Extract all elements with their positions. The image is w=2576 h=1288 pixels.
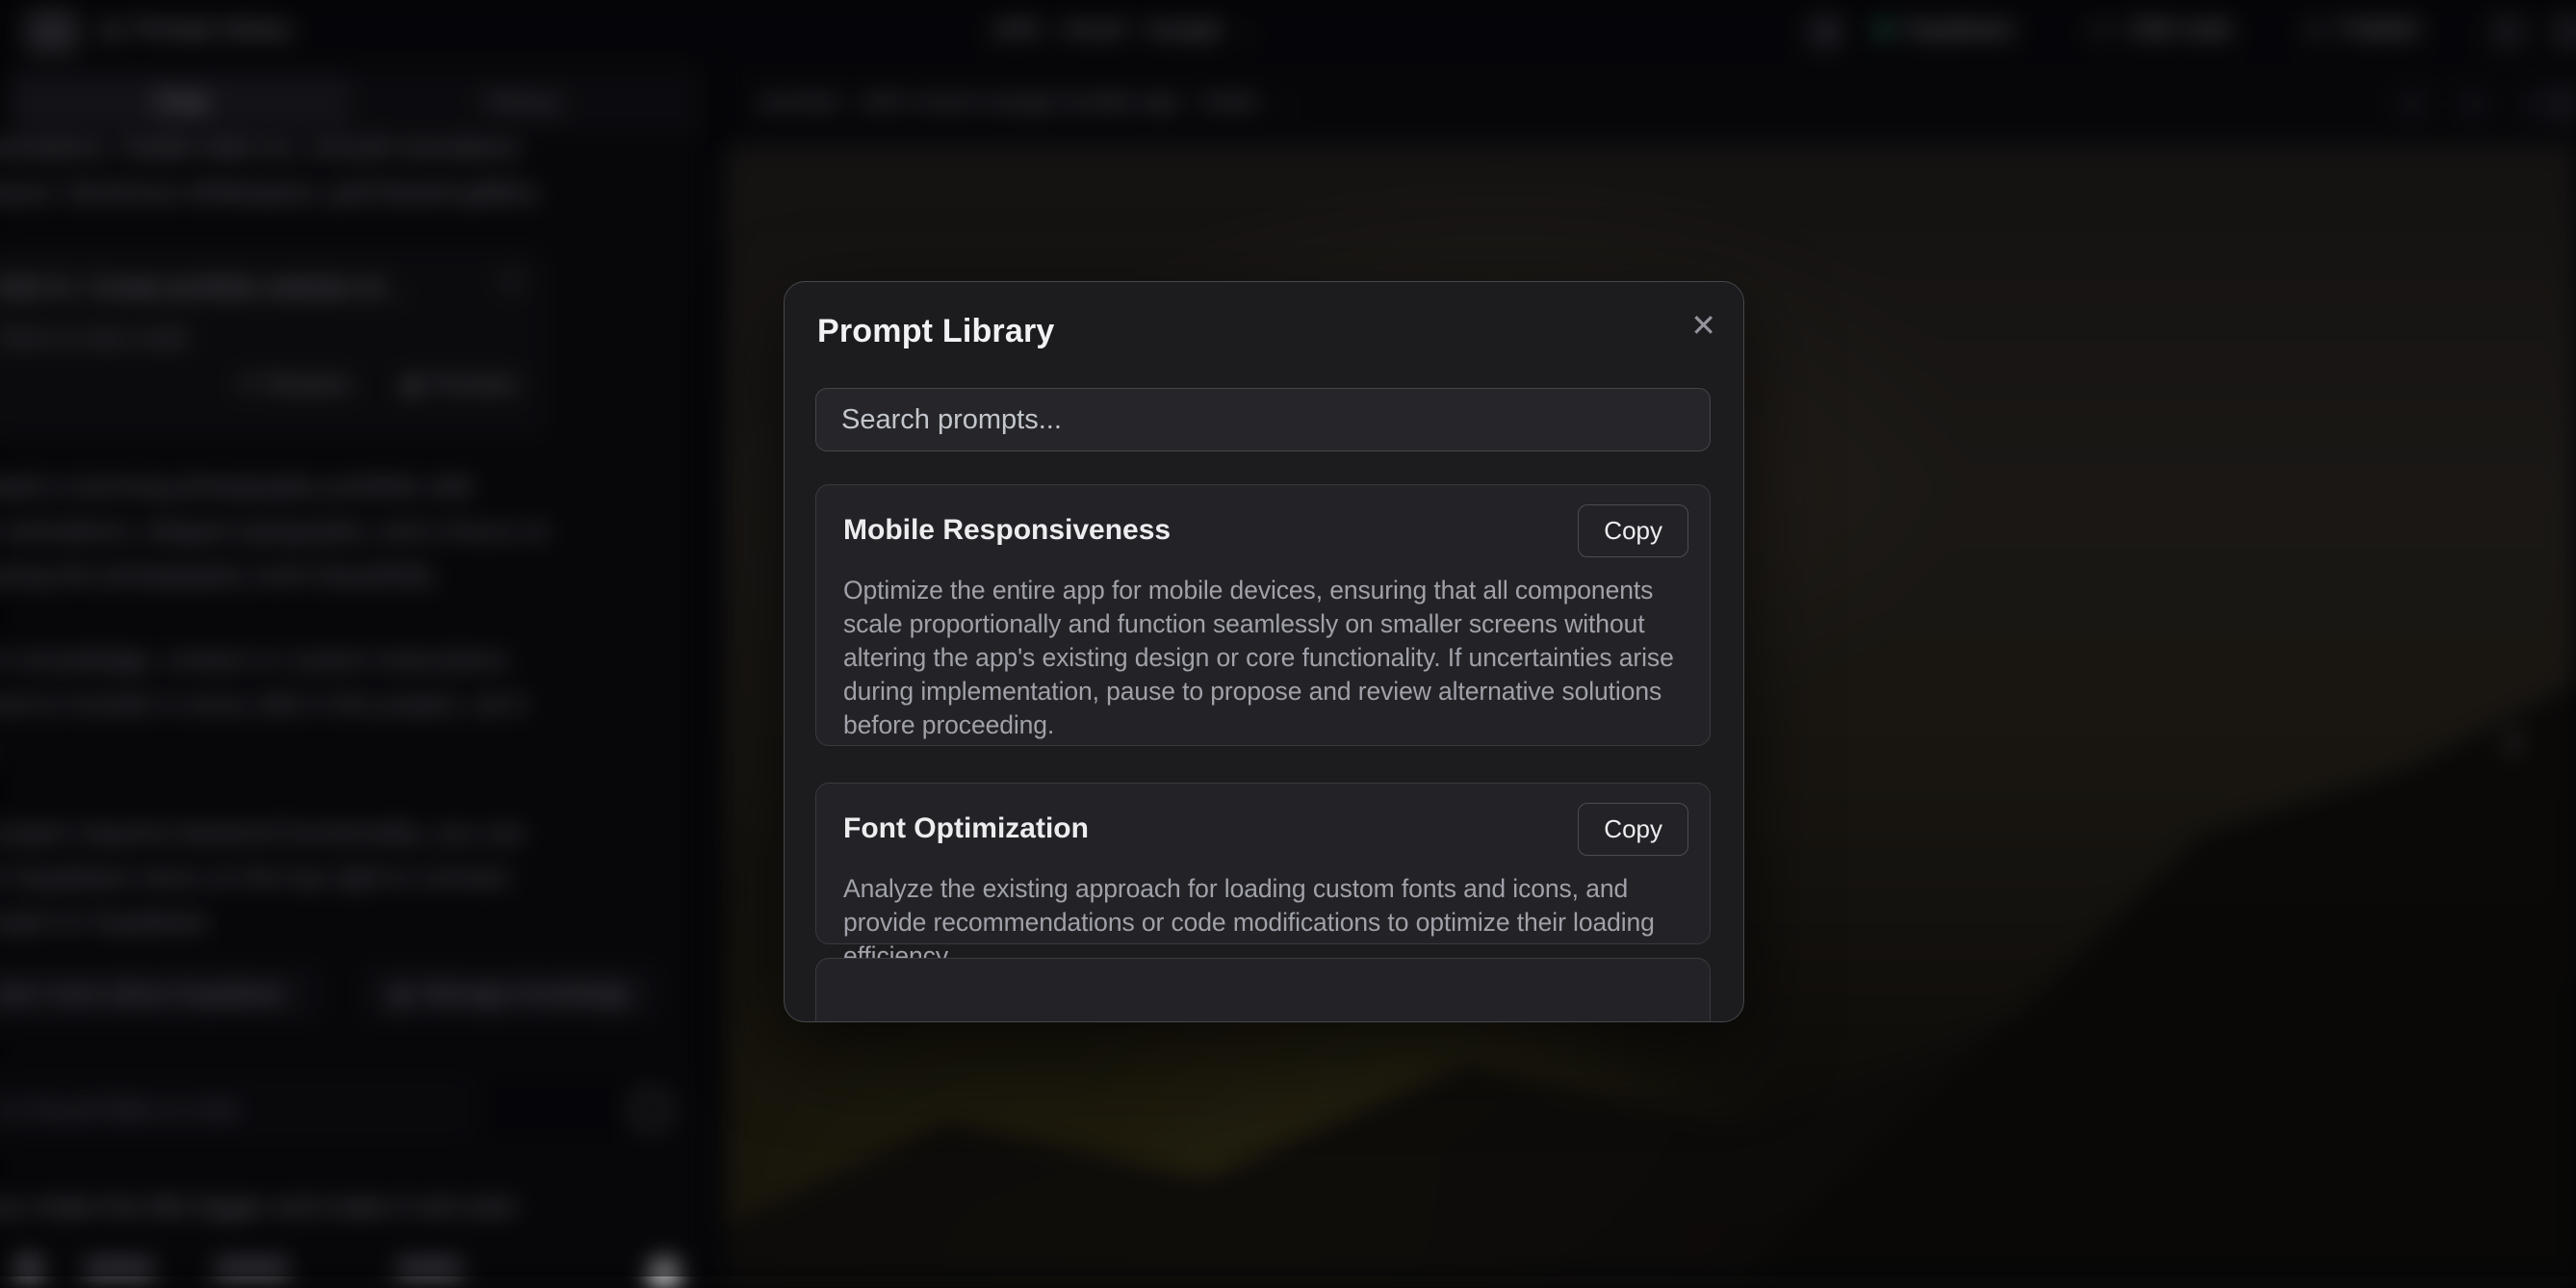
tab-chat-label: Chat xyxy=(12,87,350,116)
prompt-library-modal: Prompt Library ✕ Mobile Responsiveness C… xyxy=(784,281,1744,1022)
chat-input-action[interactable] xyxy=(485,1078,676,1138)
close-icon[interactable]: ✕ xyxy=(501,269,521,297)
book-icon: ▦ xyxy=(390,981,411,1007)
prompt-card: Mobile Responsiveness Copy Optimize the … xyxy=(815,484,1711,746)
tab-chat[interactable]: Chat xyxy=(12,75,350,131)
globe-icon xyxy=(2305,18,2328,41)
learn-supabase-button[interactable]: earn more about Supabase xyxy=(0,965,322,1022)
preview-toolbar: preview · artfx-visual-voyage.lovable.ap… xyxy=(724,64,2576,144)
prompt-library-menu-button[interactable]: ▤ Prompt Library xyxy=(100,15,292,43)
prompt-library-menu-label: Prompt Library xyxy=(134,15,292,43)
model-chip[interactable] xyxy=(84,1257,154,1278)
manage-knowledge-label: Manage knowledge xyxy=(422,980,631,1008)
edit-version-card[interactable]: Edit #1: Create portfolio website sh... … xyxy=(0,248,545,437)
assistant-text-line: project to Supabase xyxy=(0,907,208,937)
sidebar-tabs: Chat History xyxy=(8,71,699,135)
supabase-button[interactable]: Supabase xyxy=(1877,15,2014,43)
device-toggle-icon[interactable] xyxy=(2518,87,2553,121)
user-message: you make the title bigger and make it re… xyxy=(0,1192,518,1222)
top-bar: ▤ Prompt Library artfx - visual - voyage… xyxy=(0,0,2576,64)
chevron-down-icon: ⌄ xyxy=(1275,90,1291,115)
prompt-search-input[interactable] xyxy=(816,389,1710,451)
supabase-label: Supabase xyxy=(1905,15,2014,43)
assistant-text-line: casing the photography work beautifully. xyxy=(0,560,439,590)
scrollbar-thumb[interactable] xyxy=(2553,83,2576,125)
assistant-text-line: layout. Generous whitespace, grid-based … xyxy=(0,177,542,207)
carousel-next-chevron[interactable]: › xyxy=(2501,698,2524,777)
assistant-text-line: eated a stunning photography portfolio w… xyxy=(0,472,474,502)
prompt-title: Font Optimization xyxy=(843,812,1089,845)
project-name: artfx - visual - voyage xyxy=(993,15,1223,43)
assistant-text-line: animations. Subtle fade-ins, smooth tran… xyxy=(0,133,520,163)
prompt-list: Mobile Responsiveness Copy Optimize the … xyxy=(815,484,1711,1021)
assistant-text-line: r project requires backend functionality… xyxy=(0,818,526,848)
profile-icon[interactable] xyxy=(2551,13,2576,50)
prompt-search xyxy=(815,388,1711,451)
preview-url: preview · artfx-visual-voyage.lovable.ap… xyxy=(760,89,1261,116)
assistant-text-line: he Supabase menu on the top right to con… xyxy=(0,863,510,892)
refresh-icon[interactable] xyxy=(2395,87,2430,121)
publish-button[interactable]: Publish xyxy=(2305,15,2420,43)
user-menu-icon[interactable] xyxy=(2489,13,2526,50)
close-icon[interactable]: ✕ xyxy=(1690,307,1716,344)
edit-code-label: Edit code xyxy=(2131,15,2231,43)
prompt-body: Optimize the entire app for mobile devic… xyxy=(843,574,1685,742)
assistant-text-line: want to include in every edit in this pr… xyxy=(0,689,528,719)
notifications-icon[interactable] xyxy=(1808,14,1842,49)
copy-button[interactable]: Copy xyxy=(1578,803,1688,856)
learn-supabase-label: earn more about Supabase xyxy=(0,980,286,1008)
copy-button[interactable]: Copy xyxy=(1578,504,1688,557)
prompt-title: Mobile Responsiveness xyxy=(843,514,1171,547)
chat-sidebar: Chat History animations. Subtle fade-ins… xyxy=(0,64,707,1276)
chevron-down-icon: ⌄ xyxy=(1236,17,1253,42)
eye-icon: ◉ xyxy=(401,371,422,399)
edit-card-title: Edit #1: Create portfolio website sh... xyxy=(0,272,404,302)
add-icon[interactable] xyxy=(14,1255,43,1280)
options-chip[interactable] xyxy=(397,1257,462,1278)
tab-history[interactable]: History xyxy=(354,87,693,116)
assistant-text-line: th animations, elegant typography, and a… xyxy=(0,516,550,546)
restore-button[interactable]: ↺ Restore xyxy=(238,371,351,399)
restore-icon: ↺ xyxy=(238,371,257,399)
app-logo[interactable] xyxy=(25,10,79,54)
manage-knowledge-button[interactable]: ▦ Manage knowledge xyxy=(362,965,658,1022)
assistant-text-line: er's knowledge, context or custom instru… xyxy=(0,645,507,675)
edit-code-button[interactable]: </> Edit code xyxy=(2087,15,2231,43)
publish-label: Publish xyxy=(2341,15,2420,43)
bookmark-icon: ▤ xyxy=(100,15,122,43)
preview-url-bar[interactable]: preview · artfx-visual-voyage.lovable.ap… xyxy=(760,89,1291,116)
mode-chip[interactable] xyxy=(215,1257,289,1278)
supabase-status-dot xyxy=(1877,22,1892,37)
open-external-icon[interactable] xyxy=(2457,87,2491,121)
image-icon xyxy=(633,1092,668,1128)
project-switcher[interactable]: artfx - visual - voyage ⌄ xyxy=(993,15,1253,43)
modal-title: Prompt Library xyxy=(817,313,1055,350)
send-button[interactable]: ↑ xyxy=(649,1257,680,1288)
code-icon: </> xyxy=(2087,17,2118,42)
chat-input-placeholder: st Visual Edits or chat xyxy=(0,1095,238,1124)
view-code-link[interactable]: Click to view code xyxy=(0,324,188,352)
preview-label: Preview xyxy=(431,371,517,399)
chat-input[interactable]: st Visual Edits or chat xyxy=(0,1078,474,1138)
preview-button[interactable]: ◉ Preview xyxy=(401,371,517,399)
prompt-card-partial xyxy=(815,958,1711,1022)
restore-label: Restore xyxy=(267,371,351,399)
prompt-card: Font Optimization Copy Analyze the exist… xyxy=(815,783,1711,944)
